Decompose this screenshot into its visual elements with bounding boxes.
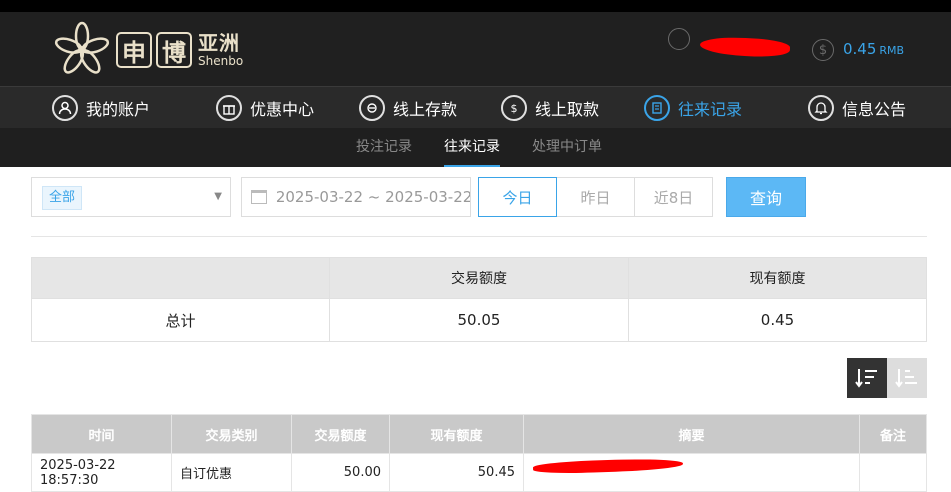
user-icon [52,95,78,121]
account-balance: 0.45 RMB [843,40,904,58]
subtab-transaction-records[interactable]: 往来记录 [444,128,500,167]
nav-withdraw[interactable]: $ 线上取款 [501,87,599,129]
summary-header-row: 交易额度 现有额度 [31,257,927,299]
logo-text: 亚洲 Shenbo [198,33,243,67]
nav-my-account[interactable]: 我的账户 [52,87,150,129]
svg-text:$: $ [511,102,518,115]
withdraw-icon: $ [501,95,527,121]
sub-nav: 投注记录 往来记录 处理中订单 [0,128,951,167]
col-type: 交易类别 [171,414,292,454]
brand-logo[interactable]: 申 博 亚洲 Shenbo [52,20,243,80]
summary-label: 总计 [31,298,330,342]
today-button[interactable]: 今日 [478,177,557,217]
sort-desc-icon[interactable] [847,358,887,398]
balance-unit: RMB [879,44,905,57]
summary-row: 总计 50.05 0.45 [31,298,927,342]
nav-label: 往来记录 [678,100,743,119]
table-row: 2025-03-22 18:57:30 自订优惠 50.00 50.45 [31,453,927,492]
date-range-text: 2025-03-22 ~ 2025-03-22 [275,188,470,206]
caret-down-icon: ▼ [214,191,222,202]
col-summary: 摘要 [523,414,860,454]
divider [31,236,927,237]
sort-asc-icon[interactable] [887,358,927,398]
nav-label: 线上存款 [393,100,458,119]
records-table: 时间 交易类别 交易额度 现有额度 摘要 备注 2025-03-22 18:57… [31,414,927,492]
nav-label: 优惠中心 [250,100,315,119]
nav-label: 线上取款 [535,100,600,119]
summary-header-amount: 交易额度 [329,257,629,299]
calendar-icon [251,190,267,204]
cell-time: 2025-03-22 18:57:30 [31,453,172,492]
yesterday-button[interactable]: 昨日 [556,177,635,217]
dollar-icon: $ [812,39,834,61]
last-8-days-button[interactable]: 近8日 [634,177,713,217]
col-remark: 备注 [859,414,927,454]
logo-char-2: 博 [156,32,192,68]
summary-amount: 50.05 [329,298,629,342]
col-time: 时间 [31,414,172,454]
records-header-row: 时间 交易类别 交易额度 现有额度 摘要 备注 [31,414,927,454]
type-select[interactable]: 全部 ▼ [31,177,231,217]
summary-header-blank [31,257,330,299]
cell-amount: 50.00 [291,453,390,492]
cell-balance: 50.45 [389,453,524,492]
col-balance: 现有额度 [389,414,524,454]
nav-deposit[interactable]: 线上存款 [359,87,457,129]
nav-announcements[interactable]: 信息公告 [808,87,906,129]
nav-records[interactable]: 往来记录 [644,87,742,129]
nav-label: 我的账户 [86,100,151,119]
col-amount: 交易额度 [291,414,390,454]
top-black-strip [0,0,951,12]
user-info[interactable] [668,28,690,50]
type-tag[interactable]: 全部 [42,186,83,210]
records-icon [644,95,670,121]
quick-date-group: 今日 昨日 近8日 [478,177,713,217]
flower-logo-icon [54,21,110,74]
summary-balance: 0.45 [628,298,927,342]
summary-table: 交易额度 现有额度 总计 50.05 0.45 [31,257,927,342]
main-nav: 我的账户 优惠中心 线上存款 $ 线上取款 往来记录 信息公告 [0,86,951,128]
cell-remark [859,453,927,492]
balance-value: 0.45 [843,40,877,58]
user-avatar-icon [668,28,690,50]
deposit-icon [359,95,385,121]
subtab-bet-records[interactable]: 投注记录 [356,128,412,167]
date-range-input[interactable]: 2025-03-22 ~ 2025-03-22 [241,177,471,217]
gift-icon [216,95,242,121]
subtab-pending-orders[interactable]: 处理中订单 [532,128,602,167]
bell-icon [808,95,834,121]
cell-type: 自订优惠 [171,453,292,492]
summary-header-balance: 现有额度 [628,257,927,299]
site-header: 申 博 亚洲 Shenbo [0,12,951,86]
nav-label: 信息公告 [842,100,907,119]
logo-en-text: Shenbo [198,54,244,68]
query-button[interactable]: 查询 [726,177,806,217]
sort-toggle [847,358,927,398]
logo-char-1: 申 [116,32,152,68]
nav-promotions[interactable]: 优惠中心 [216,87,314,129]
logo-cn-text: 亚洲 [198,31,240,55]
